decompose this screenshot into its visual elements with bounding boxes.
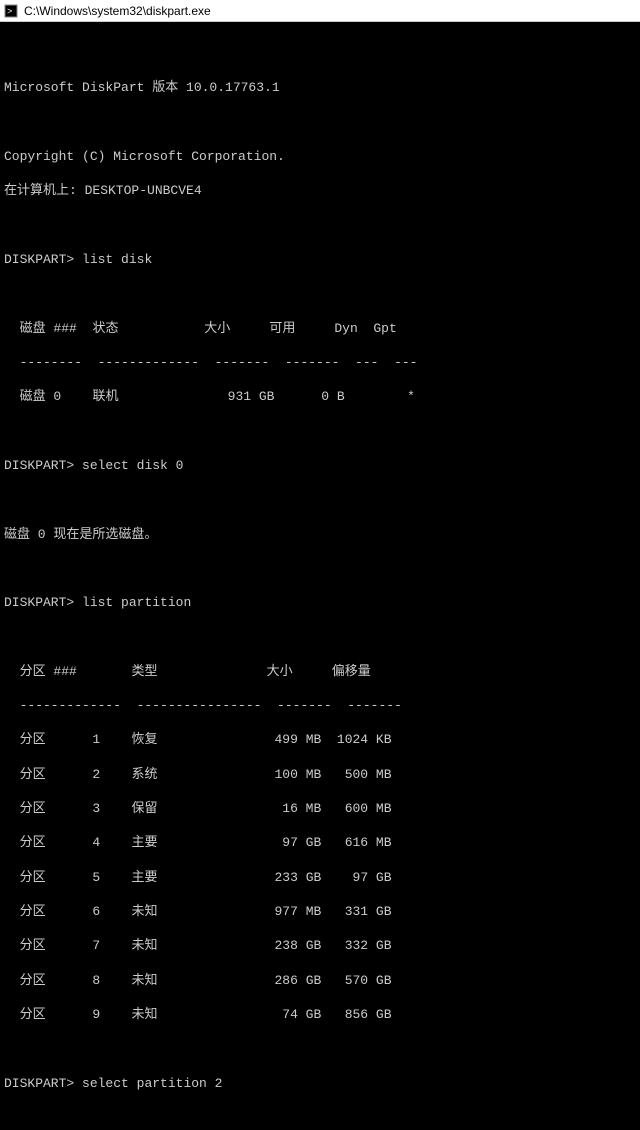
prompt: DISKPART> (4, 252, 74, 267)
blank-line (4, 217, 636, 234)
part-offset: 331 GB (345, 904, 392, 919)
blank-line (4, 114, 636, 131)
part-type: 系统 (131, 767, 157, 782)
part-offset: 97 GB (353, 870, 392, 885)
blank-line (4, 491, 636, 508)
part-size: 74 GB (282, 1007, 321, 1022)
part-id: 分区 1 (20, 732, 101, 747)
part-size: 16 MB (282, 801, 321, 816)
part-divider: ------------- ---------------- ------- -… (4, 697, 636, 714)
part-size: 238 GB (274, 938, 321, 953)
part-type: 未知 (131, 904, 157, 919)
partition-row: 分区 1 恢复 499 MB 1024 KB (4, 731, 636, 748)
window-title: C:\Windows\system32\diskpart.exe (24, 4, 211, 18)
part-type: 主要 (131, 870, 157, 885)
partition-row: 分区 2 系统 100 MB 500 MB (4, 766, 636, 783)
col-part: 分区 ### (20, 664, 77, 679)
partition-row: 分区 4 主要 97 GB 616 MB (4, 834, 636, 851)
partition-row: 分区 9 未知 74 GB 856 GB (4, 1006, 636, 1023)
part-offset: 332 GB (345, 938, 392, 953)
part-id: 分区 8 (20, 973, 101, 988)
partition-row: 分区 8 未知 286 GB 570 GB (4, 972, 636, 989)
blank-line (4, 45, 636, 62)
computer-line: 在计算机上: DESKTOP-UNBCVE4 (4, 182, 636, 199)
col-type: 类型 (131, 664, 157, 679)
part-type: 未知 (131, 1007, 157, 1022)
part-id: 分区 2 (20, 767, 101, 782)
command-text: list disk (82, 252, 152, 267)
part-type: 未知 (131, 973, 157, 988)
prompt: DISKPART> (4, 458, 74, 473)
part-offset: 856 GB (345, 1007, 392, 1022)
disk-status: 联机 (92, 389, 118, 404)
partition-row: 分区 6 未知 977 MB 331 GB (4, 903, 636, 920)
terminal-output[interactable]: Microsoft DiskPart 版本 10.0.17763.1 Copyr… (0, 22, 640, 1130)
blank-line (4, 1109, 636, 1126)
part-size: 499 MB (274, 732, 321, 747)
copyright-line: Copyright (C) Microsoft Corporation. (4, 148, 636, 165)
part-offset: 616 MB (345, 835, 392, 850)
version-line: Microsoft DiskPart 版本 10.0.17763.1 (4, 79, 636, 96)
part-size: 977 MB (274, 904, 321, 919)
col-disk: 磁盘 ### (20, 321, 77, 336)
prompt-line: DISKPART> select disk 0 (4, 457, 636, 474)
blank-line (4, 560, 636, 577)
part-offset: 600 MB (345, 801, 392, 816)
part-type: 恢复 (131, 732, 157, 747)
prompt: DISKPART> (4, 1076, 74, 1091)
command-text: select disk 0 (82, 458, 183, 473)
blank-line (4, 423, 636, 440)
disk-row: 磁盘 0 联机 931 GB 0 B * (4, 388, 636, 405)
blank-line (4, 628, 636, 645)
prompt-line: DISKPART> list partition (4, 594, 636, 611)
col-size: 大小 (204, 321, 230, 336)
prompt-line: DISKPART> select partition 2 (4, 1075, 636, 1092)
prompt-line: DISKPART> list disk (4, 251, 636, 268)
col-gpt: Gpt (373, 321, 396, 336)
disk-free: 0 B (321, 389, 344, 404)
col-size: 大小 (267, 664, 293, 679)
svg-text:>: > (7, 7, 12, 17)
partition-row: 分区 3 保留 16 MB 600 MB (4, 800, 636, 817)
disk-id: 磁盘 0 (20, 389, 62, 404)
part-id: 分区 5 (20, 870, 101, 885)
disk-header-row: 磁盘 ### 状态 大小 可用 Dyn Gpt (4, 320, 636, 337)
col-dyn: Dyn (334, 321, 357, 336)
partition-row: 分区 7 未知 238 GB 332 GB (4, 937, 636, 954)
col-free: 可用 (269, 321, 295, 336)
disk-divider: -------- ------------- ------- ------- -… (4, 354, 636, 371)
part-type: 保留 (131, 801, 157, 816)
select-disk-result: 磁盘 0 现在是所选磁盘。 (4, 526, 636, 543)
col-status: 状态 (92, 321, 118, 336)
partition-row: 分区 5 主要 233 GB 97 GB (4, 869, 636, 886)
disk-gpt: * (407, 389, 415, 404)
command-text: list partition (82, 595, 191, 610)
part-type: 主要 (131, 835, 157, 850)
part-type: 未知 (131, 938, 157, 953)
part-offset: 500 MB (345, 767, 392, 782)
part-id: 分区 3 (20, 801, 101, 816)
blank-line (4, 1040, 636, 1057)
part-size: 97 GB (282, 835, 321, 850)
part-size: 233 GB (274, 870, 321, 885)
part-id: 分区 7 (20, 938, 101, 953)
window-titlebar[interactable]: > C:\Windows\system32\diskpart.exe (0, 0, 640, 22)
part-offset: 570 GB (345, 973, 392, 988)
app-icon: > (4, 4, 18, 18)
command-text: select partition 2 (82, 1076, 222, 1091)
part-id: 分区 6 (20, 904, 101, 919)
disk-size: 931 GB (228, 389, 275, 404)
part-size: 286 GB (274, 973, 321, 988)
part-offset: 1024 KB (337, 732, 392, 747)
part-id: 分区 9 (20, 1007, 101, 1022)
part-id: 分区 4 (20, 835, 101, 850)
col-offset: 偏移量 (332, 664, 371, 679)
part-header-row: 分区 ### 类型 大小 偏移量 (4, 663, 636, 680)
part-size: 100 MB (274, 767, 321, 782)
blank-line (4, 285, 636, 302)
prompt: DISKPART> (4, 595, 74, 610)
